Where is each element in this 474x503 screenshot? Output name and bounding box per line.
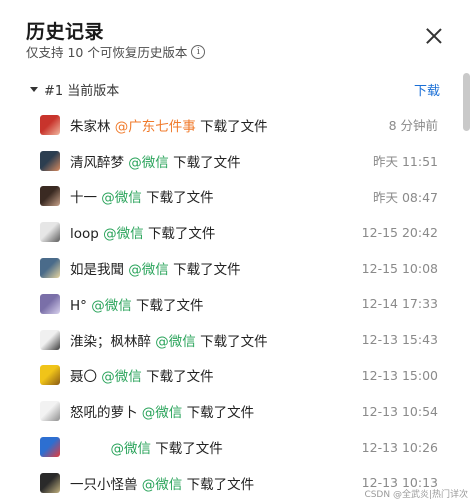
action-text: 下载了文件 bbox=[147, 226, 216, 243]
avatar[interactable] bbox=[40, 401, 60, 422]
watermark: CSDN @全武炎|热门详次 bbox=[364, 490, 468, 500]
record-row: 如是我聞 @微信 下载了文件 12-15 10:08 bbox=[0, 250, 460, 286]
download-button[interactable]: 下载 bbox=[414, 80, 440, 99]
timestamp: 12-14 17:33 bbox=[361, 296, 438, 312]
user-name: 怒吼的萝卜 bbox=[70, 405, 138, 422]
record-text: 一只小怪兽 @微信 下载了文件 bbox=[70, 473, 254, 493]
record-row: 清风醉梦 @微信 下载了文件 昨天 11:51 bbox=[0, 143, 460, 179]
info-icon[interactable]: i bbox=[191, 44, 206, 59]
timestamp: 8 分钟前 bbox=[388, 118, 438, 134]
timestamp: 12-13 10:26 bbox=[361, 439, 438, 455]
user-name: 朱家林 bbox=[70, 118, 111, 135]
user-name: 清风醉梦 bbox=[70, 154, 124, 171]
record-row: 朱家林 @广东七件事 下载了文件 8 分钟前 bbox=[0, 107, 460, 143]
action-text: 下载了文件 bbox=[186, 476, 255, 493]
panel-title: 历史记录 bbox=[26, 21, 105, 43]
record-list: 朱家林 @广东七件事 下载了文件 8 分钟前 清风醉梦 @微信 下载了文件 昨天 11… bbox=[0, 107, 460, 501]
scrollbar-thumb[interactable] bbox=[463, 73, 470, 131]
action-text: 下载了文件 bbox=[173, 262, 241, 279]
mention-link[interactable]: @微信 bbox=[111, 441, 152, 457]
user-name: 如是我聞 bbox=[70, 262, 124, 279]
action-text: 下载了文件 bbox=[146, 190, 214, 207]
mention-link[interactable]: @微信 bbox=[91, 298, 132, 314]
mention-link[interactable]: @广东七件事 bbox=[115, 119, 196, 135]
history-panel: 历史记录 仅支持 10 个可恢复历史版本 i #1 当前版本 下载 朱家林 @广… bbox=[0, 0, 474, 503]
user-name: 一只小怪兽 bbox=[70, 476, 138, 493]
record-row: H° @微信 下载了文件 12-14 17:33 bbox=[0, 286, 460, 322]
timestamp: 昨天 11:51 bbox=[373, 154, 438, 170]
record-text: 清风醉梦 @微信 下载了文件 bbox=[70, 151, 241, 171]
avatar[interactable] bbox=[40, 258, 60, 279]
timestamp: 12-13 15:43 bbox=[361, 332, 438, 348]
mention-link[interactable]: @微信 bbox=[128, 262, 169, 278]
mention-link[interactable]: @微信 bbox=[142, 405, 183, 421]
caret-down-icon[interactable] bbox=[30, 86, 38, 92]
record-row: 怒吼的萝卜 @微信 下载了文件 12-13 10:54 bbox=[0, 393, 460, 429]
record-text: loop @微信 下载了文件 bbox=[70, 222, 215, 242]
version-row[interactable]: #1 当前版本 下载 bbox=[30, 80, 440, 99]
user-name: 聂〇 bbox=[70, 369, 97, 386]
mention-link[interactable]: @微信 bbox=[155, 334, 196, 350]
mention-link[interactable]: @微信 bbox=[128, 155, 169, 171]
mention-link[interactable]: @微信 bbox=[101, 369, 142, 385]
user-name: 十一 bbox=[70, 190, 97, 207]
record-row: 十一 @微信 下载了文件 昨天 08:47 bbox=[0, 179, 460, 215]
avatar[interactable] bbox=[40, 437, 60, 458]
record-text: 如是我聞 @微信 下载了文件 bbox=[70, 258, 241, 278]
record-text: 淮染；枫林醉 @微信 下载了文件 bbox=[70, 330, 268, 350]
user-name: 淮染；枫林醉 bbox=[70, 333, 151, 350]
record-row: loop @微信 下载了文件 12-15 20:42 bbox=[0, 214, 460, 250]
record-row: @微信 下载了文件 12-13 10:26 bbox=[0, 429, 460, 465]
record-row: 聂〇 @微信 下载了文件 12-13 15:00 bbox=[0, 358, 460, 394]
record-row: 淮染；枫林醉 @微信 下载了文件 12-13 15:43 bbox=[0, 322, 460, 358]
timestamp: 12-15 10:08 bbox=[361, 260, 438, 276]
action-text: 下载了文件 bbox=[200, 118, 268, 135]
avatar[interactable] bbox=[40, 365, 60, 386]
avatar[interactable] bbox=[40, 114, 60, 135]
avatar[interactable] bbox=[40, 222, 60, 243]
close-icon[interactable] bbox=[424, 26, 444, 46]
action-text: 下载了文件 bbox=[200, 333, 268, 350]
timestamp: 12-15 20:42 bbox=[361, 224, 438, 240]
record-text: H° @微信 下载了文件 bbox=[70, 294, 204, 314]
subtitle-text: 仅支持 10 个可恢复历史版本 bbox=[26, 45, 188, 60]
avatar[interactable] bbox=[40, 472, 60, 493]
action-text: 下载了文件 bbox=[155, 441, 223, 458]
user-name: loop bbox=[70, 226, 99, 243]
action-text: 下载了文件 bbox=[136, 297, 204, 314]
user-name: H° bbox=[70, 297, 87, 314]
avatar[interactable] bbox=[40, 329, 60, 350]
record-text: 十一 @微信 下载了文件 bbox=[70, 186, 214, 206]
avatar[interactable] bbox=[40, 293, 60, 314]
panel-subtitle: 仅支持 10 个可恢复历史版本 i bbox=[26, 42, 206, 61]
timestamp: 昨天 08:47 bbox=[373, 189, 438, 205]
mention-link[interactable]: @微信 bbox=[142, 477, 183, 493]
action-text: 下载了文件 bbox=[173, 154, 241, 171]
timestamp: 12-13 10:54 bbox=[361, 403, 438, 419]
avatar[interactable] bbox=[40, 150, 60, 171]
action-text: 下载了文件 bbox=[186, 405, 255, 422]
timestamp: 12-13 15:00 bbox=[361, 367, 438, 383]
record-text: 怒吼的萝卜 @微信 下载了文件 bbox=[70, 401, 254, 421]
mention-link[interactable]: @微信 bbox=[103, 226, 144, 242]
version-label: #1 当前版本 bbox=[44, 83, 120, 99]
mention-link[interactable]: @微信 bbox=[101, 190, 142, 206]
record-text: @微信 下载了文件 bbox=[70, 437, 223, 457]
record-text: 聂〇 @微信 下载了文件 bbox=[70, 365, 214, 385]
record-text: 朱家林 @广东七件事 下载了文件 bbox=[70, 115, 268, 135]
avatar[interactable] bbox=[40, 186, 60, 207]
action-text: 下载了文件 bbox=[146, 369, 214, 386]
